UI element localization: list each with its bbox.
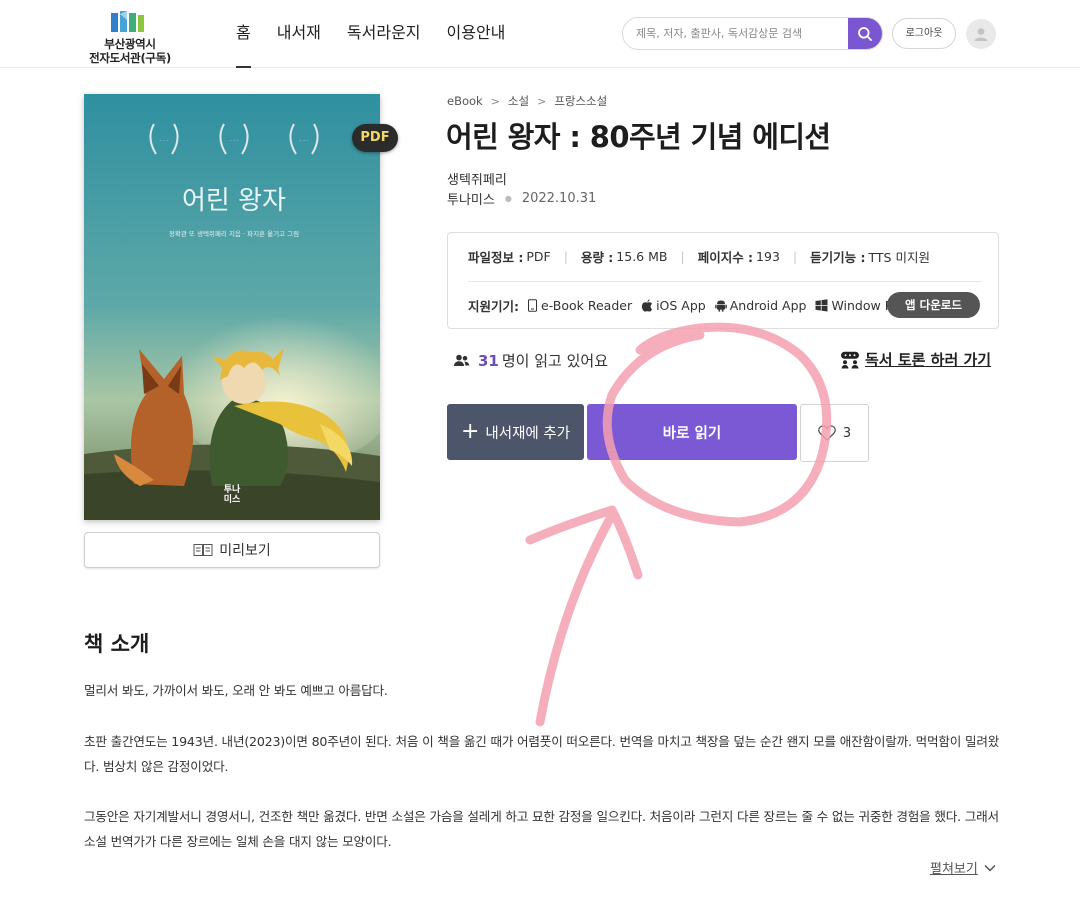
- breadcrumb: eBook > 소설 > 프랑스소설: [447, 93, 607, 109]
- book-title: 어린 왕자 : 80주년 기념 에디션: [446, 120, 831, 154]
- search-button[interactable]: [848, 18, 882, 49]
- file-format-label: 파일정보 :: [468, 250, 524, 265]
- like-button[interactable]: 3: [800, 404, 869, 462]
- svg-text:· · ·: · · ·: [230, 138, 238, 144]
- user-icon: [974, 28, 988, 41]
- book-publisher[interactable]: 투나미스: [447, 189, 495, 208]
- site-header: 부산광역시 전자도서관(구독) 홈 내서재 독서라운지 이용안내 로그아웃: [0, 0, 1080, 68]
- plus-icon: +: [460, 419, 480, 444]
- format-badge: PDF: [352, 124, 398, 152]
- cover-publisher-line1: 투나: [224, 483, 241, 495]
- like-count: 3: [842, 425, 852, 441]
- page-count-value: 193: [756, 249, 780, 264]
- app-download-button[interactable]: 앱 다운로드: [887, 292, 980, 318]
- expand-label: 펼쳐보기: [930, 862, 978, 877]
- nav-reading-lounge[interactable]: 독서라운지: [347, 20, 421, 46]
- devices-label: 지원기기:: [468, 299, 519, 314]
- device-label: iOS App: [656, 298, 706, 313]
- discussion-icon: [841, 351, 859, 368]
- device-label: Android App: [729, 298, 807, 313]
- main-nav: 홈 내서재 독서라운지 이용안내: [236, 20, 531, 68]
- cover-credit: 정확관 또 생텍쥐페리 지음 · 파지훈 옮기고 그림: [169, 229, 299, 238]
- nav-my-library[interactable]: 내서재: [277, 20, 321, 46]
- logout-button[interactable]: 로그아웃: [892, 18, 956, 49]
- current-readers: 31 명이 읽고 있어요: [453, 350, 608, 371]
- file-info-row: 파일정보 : PDF | 용량 : 15.6 MB | 페이지수 : 193 |…: [468, 247, 930, 266]
- divider: |: [792, 249, 798, 264]
- nav-guide[interactable]: 이용안내: [447, 20, 506, 46]
- read-now-button[interactable]: 바로 읽기: [587, 404, 797, 460]
- expand-link[interactable]: 펼쳐보기: [930, 858, 996, 877]
- intro-paragraph: 멀리서 봐도, 가까이서 봐도, 오래 안 봐도 예쁘고 아름답다.: [84, 683, 388, 698]
- listen-value: TTS 미지원: [868, 250, 930, 265]
- book-open-icon: [193, 544, 213, 556]
- book-intro-heading: 책 소개: [84, 632, 150, 656]
- file-format-value: PDF: [526, 249, 551, 264]
- cover-title: 어린 왕자: [182, 186, 286, 216]
- search-icon: [858, 26, 872, 41]
- logo-text-line2: 전자도서관(구독): [89, 51, 171, 65]
- divider: |: [563, 249, 568, 264]
- android-icon: [714, 300, 727, 312]
- search-input[interactable]: [623, 18, 849, 49]
- cover-publisher-line2: 미스: [224, 493, 241, 505]
- library-logo[interactable]: 부산광역시 전자도서관(구독): [84, 8, 176, 65]
- device-ios-app: iOS App: [641, 298, 706, 313]
- intro-paragraph: 초판 출간연도는 1943년. 내년(2023)이면 80주년이 된다. 처음 …: [84, 734, 1000, 774]
- file-size-label: 용량 :: [580, 250, 614, 265]
- ereader-icon: [528, 299, 537, 312]
- add-to-library-button[interactable]: + 내서재에 추가: [447, 404, 584, 460]
- nav-home[interactable]: 홈: [236, 20, 251, 68]
- intro-paragraph: 그동안은 자기계발서니 경영서니, 건조한 책만 옮겼다. 반면 소설은 가슴을…: [84, 809, 999, 849]
- svg-text:· · ·: · · ·: [160, 138, 168, 144]
- page-count-label: 페이지수 :: [697, 250, 754, 265]
- users-icon: [453, 354, 470, 366]
- library-logo-icon: [111, 11, 144, 32]
- preview-label: 미리보기: [219, 543, 271, 559]
- discussion-link-label: 독서 토론 하러 가기: [865, 351, 992, 369]
- breadcrumb-item[interactable]: 소설: [508, 93, 529, 109]
- preview-button[interactable]: 미리보기: [84, 532, 380, 568]
- publish-date: 2022.10.31: [521, 191, 597, 206]
- chevron-right-icon: >: [490, 94, 500, 108]
- chevron-right-icon: >: [537, 94, 547, 108]
- device-label: e-Book Reader: [541, 298, 633, 313]
- listen-label: 듣기기능 :: [810, 250, 866, 265]
- book-discussion-link[interactable]: 독서 토론 하러 가기: [840, 349, 991, 370]
- search-bar: [622, 17, 883, 50]
- chevron-down-icon: [984, 864, 996, 872]
- add-to-library-label: 내서재에 추가: [485, 425, 571, 442]
- reader-text: 명이 읽고 있어요: [501, 352, 609, 370]
- user-avatar[interactable]: [966, 19, 996, 49]
- book-cover[interactable]: · · · · · · · · · 어린 왕자 정확관 또 생텍쥐페리 지음 ·…: [84, 94, 380, 520]
- device-ebook-reader: e-Book Reader: [527, 298, 632, 313]
- apple-icon: [641, 299, 653, 312]
- svg-text:· · ·: · · ·: [300, 138, 308, 144]
- publisher-row: 투나미스 ● 2022.10.31: [447, 189, 596, 208]
- book-cover-art: · · · · · · · · · 어린 왕자 정확관 또 생텍쥐페리 지음 ·…: [84, 94, 380, 520]
- breadcrumb-item[interactable]: 프랑스소설: [554, 93, 607, 109]
- divider: |: [680, 249, 685, 264]
- device-android-app: Android App: [714, 298, 807, 313]
- reader-count: 31: [478, 351, 499, 370]
- supported-devices-row: 지원기기: e-Book Reader iOS App Android App …: [468, 296, 910, 315]
- separator-dot-icon: ●: [504, 194, 512, 203]
- book-author[interactable]: 생텍쥐페리: [447, 169, 507, 188]
- file-size-value: 15.6 MB: [616, 249, 668, 264]
- heart-icon: [817, 425, 836, 441]
- windows-icon: [815, 299, 828, 312]
- breadcrumb-item[interactable]: eBook: [447, 94, 483, 108]
- info-divider: [468, 281, 982, 282]
